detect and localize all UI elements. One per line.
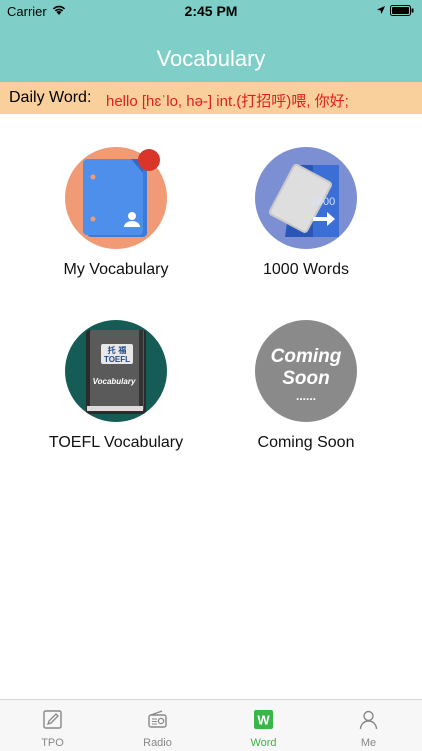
status-bar: Carrier 2:45 PM: [0, 0, 422, 22]
flashcards-1000-icon: 1000: [255, 147, 357, 249]
notification-badge: [138, 149, 160, 171]
svg-text:Soon: Soon: [282, 368, 330, 389]
word-w-icon: W: [254, 710, 273, 729]
daily-word-label: Daily Word:: [9, 89, 92, 106]
svg-text:TOEFL: TOEFL: [104, 355, 130, 364]
tab-label: Radio: [143, 737, 172, 749]
tab-tpo[interactable]: TPO: [0, 700, 105, 751]
tab-label: Me: [360, 737, 377, 749]
tab-label: Word: [250, 737, 277, 749]
tab-bar: TPO Radio W Word Me: [0, 699, 422, 751]
battery-icon: [390, 5, 414, 16]
svg-text:W: W: [257, 713, 270, 728]
svg-text:Coming: Coming: [271, 346, 342, 367]
navigation-bar: Vocabulary: [0, 22, 422, 82]
tile-caption: My Vocabulary: [63, 261, 169, 278]
tile-caption: Coming Soon: [257, 434, 355, 451]
svg-text:......: ......: [296, 389, 316, 403]
coming-soon-tile[interactable]: Coming Soon ...... Coming Soon: [216, 320, 396, 452]
daily-word-banner[interactable]: Daily Word: hello [hɛˈlo, hə-] int.(打招呼)…: [0, 82, 422, 114]
radio-icon: [148, 710, 167, 728]
tab-me[interactable]: Me: [316, 700, 421, 751]
page-title: Vocabulary: [156, 46, 266, 71]
1000-words-tile[interactable]: 1000 1000 Words: [216, 147, 396, 279]
status-time: 2:45 PM: [184, 3, 238, 19]
toefl-book-icon: 托 福 TOEFL Vocabulary: [65, 320, 167, 422]
tab-label: TPO: [41, 737, 64, 749]
tab-radio[interactable]: Radio: [105, 700, 210, 751]
toefl-vocabulary-tile[interactable]: 托 福 TOEFL Vocabulary TOEFL Vocabulary: [26, 320, 206, 452]
coming-soon-icon: Coming Soon ......: [255, 320, 357, 422]
tab-word[interactable]: W Word: [211, 700, 316, 751]
tile-caption: 1000 Words: [263, 261, 349, 278]
daily-word-text: hello [hɛˈlo, hə-] int.(打招呼)喂, 你好;: [106, 93, 349, 110]
svg-text:1000: 1000: [311, 196, 335, 208]
my-vocabulary-tile[interactable]: My Vocabulary: [26, 147, 206, 279]
svg-text:托 福: 托 福: [108, 345, 127, 355]
person-icon: [359, 710, 378, 730]
edit-icon: [43, 710, 62, 729]
svg-text:Vocabulary: Vocabulary: [93, 377, 136, 386]
location-arrow-icon: [377, 6, 385, 14]
tile-caption: TOEFL Vocabulary: [48, 434, 184, 451]
